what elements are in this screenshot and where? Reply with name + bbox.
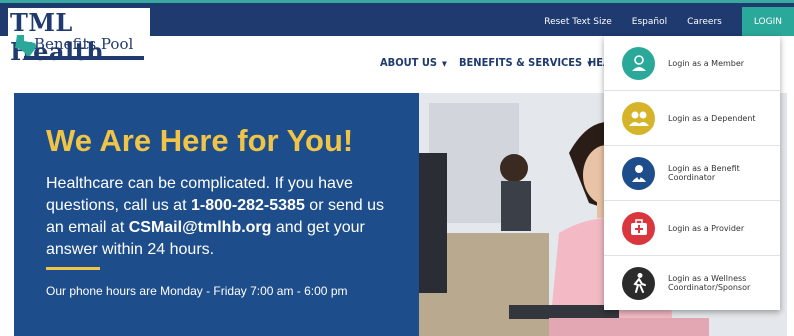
logo-text-line2: Benefits Pool [34,35,134,53]
hero-panel: We Are Here for You! Healthcare can be c… [14,93,419,336]
phone-hours: Our phone hours are Monday - Friday 7:00… [46,284,348,298]
careers-link[interactable]: Careers [687,17,722,27]
logo-underline [24,56,144,60]
caret-down-icon: ▼ [442,60,447,68]
top-accent-stripe [0,0,794,3]
reset-text-size-link[interactable]: Reset Text Size [544,17,612,27]
login-wellness-coordinator-item[interactable]: Login as a Wellness Coordinator/Sponsor [604,256,780,310]
hero-title: We Are Here for You! [46,123,354,158]
espanol-link[interactable]: Español [632,17,667,27]
login-button[interactable]: LOGIN [741,7,794,36]
login-provider-label: Login as a Provider [668,223,745,233]
login-dependent-label: Login as a Dependent [668,113,756,123]
login-provider-item[interactable]: Login as a Provider [604,201,780,256]
hero-body: Healthcare can be complicated. If you ha… [46,173,396,261]
site-logo[interactable]: TML Health Benefits Pool [8,8,150,66]
email-link[interactable]: CSMail@tmlhb.org [129,219,272,236]
login-wellness-coordinator-label: Login as a Wellness Coordinator/Sponsor [668,274,751,292]
login-member-item[interactable]: Login as a Member [604,36,780,91]
coordinator-icon [622,156,655,190]
wellness-icon [622,266,655,300]
login-member-label: Login as a Member [668,58,745,68]
nav-about-us[interactable]: ABOUT US ▼ [380,56,447,69]
nav-benefits-services[interactable]: BENEFITS & SERVICES ▼ [459,56,592,69]
phone-number-link[interactable]: 1-800-282-5385 [191,197,305,214]
nav-benefits-services-label: BENEFITS & SERVICES [459,56,583,69]
login-dependent-item[interactable]: Login as a Dependent [604,91,780,146]
provider-icon [622,211,655,245]
nav-about-us-label: ABOUT US [380,56,438,69]
hero-divider [46,267,100,270]
utility-nav: Reset Text Size Español Careers LOGIN [544,7,794,36]
login-benefit-coordinator-item[interactable]: Login as a Benefit Coordinator [604,146,780,201]
member-icon [622,46,655,80]
login-benefit-coordinator-label: Login as a Benefit Coordinator [668,164,740,182]
dependent-icon [622,101,655,135]
login-dropdown-menu: Login as a Member Login as a Dependent L… [604,36,780,310]
